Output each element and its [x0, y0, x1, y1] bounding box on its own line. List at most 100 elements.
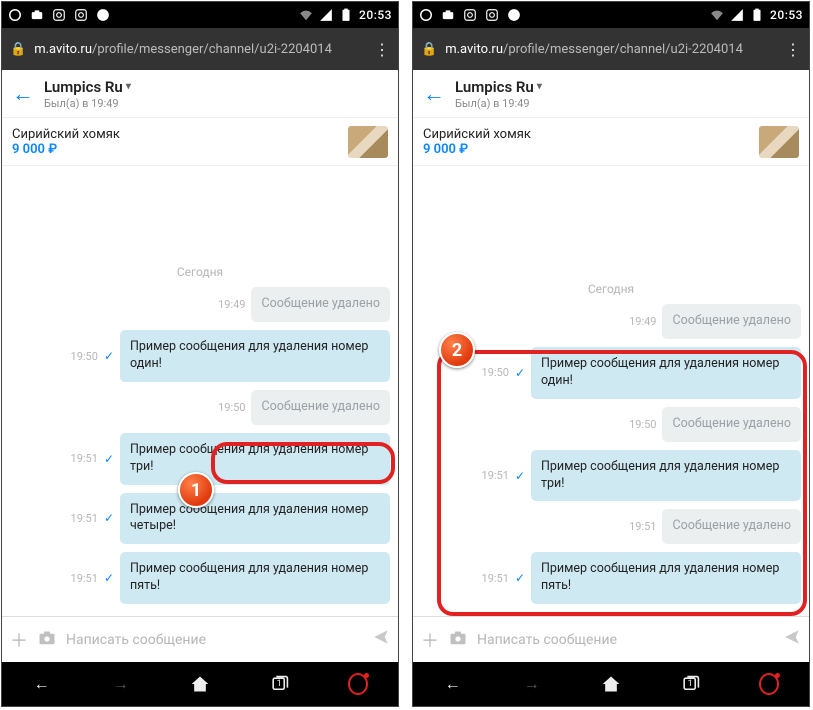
message-deleted[interactable]: Сообщение удалено [662, 304, 801, 339]
status-bar: 20:53 [2, 2, 398, 28]
message-deleted[interactable]: Сообщение удалено [251, 390, 390, 425]
opera-icon [419, 8, 433, 22]
url-text: m.avito.ru/profile/messenger/channel/u2i… [445, 42, 777, 57]
listing-name: Сирийский хомяк [12, 127, 120, 142]
chat-title[interactable]: Lumpics Ru ▾ [455, 78, 542, 96]
lock-icon: 🔒 [10, 42, 26, 57]
chat-title-text: Lumpics Ru [455, 78, 534, 96]
camera-icon[interactable] [449, 629, 467, 650]
chat-header: ← Lumpics Ru ▾ Был(а) в 19:49 [413, 70, 809, 118]
message-bubble[interactable]: Пример сообщения для удаления номер три! [531, 450, 801, 502]
shazam-icon [96, 8, 110, 22]
instagram-icon [463, 8, 477, 22]
message-deleted[interactable]: Сообщение удалено [662, 407, 801, 442]
message-bubble[interactable]: Пример сообщения для удаления номер три! [120, 433, 390, 485]
message-bubble[interactable]: Пример сообщения для удаления номер один… [120, 330, 390, 382]
phone-right: 20:53 🔒 m.avito.ru/profile/messenger/cha… [412, 1, 810, 707]
message-row[interactable]: 19:50 Сообщение удалено [10, 390, 390, 425]
listing-strip[interactable]: Сирийский хомяк 9 000 ₽ [2, 118, 398, 166]
message-deleted[interactable]: Сообщение удалено [662, 509, 801, 544]
url-bar[interactable]: 🔒 m.avito.ru/profile/messenger/channel/u… [413, 28, 809, 70]
message-read-icon: ✓ [104, 452, 114, 466]
message-time: 19:49 [218, 298, 245, 311]
message-row[interactable]: 19:49 Сообщение удалено [10, 287, 390, 322]
listing-strip[interactable]: Сирийский хомяк 9 000 ₽ [413, 118, 809, 166]
day-separator: Сегодня [10, 265, 390, 279]
message-time: 19:51 [71, 452, 98, 465]
nav-back-icon[interactable]: ← [32, 674, 52, 694]
lock-icon: 🔒 [421, 42, 437, 57]
url-path: /profile/messenger/channel/u2i-2204014 [503, 42, 743, 57]
battery-icon [750, 8, 764, 22]
camera-icon [441, 8, 455, 22]
attach-icon[interactable]: ＋ [421, 627, 439, 653]
send-icon[interactable] [783, 628, 801, 651]
message-time: 19:51 [629, 520, 656, 533]
url-path: /profile/messenger/channel/u2i-2204014 [92, 42, 332, 57]
composer-input[interactable]: Написать сообщение [66, 632, 362, 648]
message-read-icon: ✓ [104, 571, 114, 585]
url-bar[interactable]: 🔒 m.avito.ru/profile/messenger/channel/u… [2, 28, 398, 70]
opera-icon [8, 8, 22, 22]
chat-last-seen: Был(а) в 19:49 [44, 97, 131, 110]
camera-icon[interactable] [38, 629, 56, 650]
composer: ＋ Написать сообщение [2, 616, 398, 662]
message-time: 19:51 [482, 572, 509, 585]
chat-title-text: Lumpics Ru [44, 78, 123, 96]
message-read-icon: ✓ [104, 511, 114, 525]
status-time: 20:53 [359, 8, 392, 22]
status-tray-left [419, 8, 710, 22]
status-bar: 20:53 [413, 2, 809, 28]
back-icon[interactable]: ← [423, 81, 445, 107]
composer: ＋ Написать сообщение [413, 616, 809, 662]
back-icon[interactable]: ← [12, 81, 34, 107]
message-bubble[interactable]: Пример сообщения для удаления номер пять… [531, 552, 801, 604]
message-row[interactable]: 19:50✓Пример сообщения для удаления номе… [421, 347, 801, 399]
instagram-icon [74, 8, 88, 22]
instagram-icon [485, 8, 499, 22]
listing-thumbnail [348, 126, 388, 158]
annotation-badge-2: 2 [439, 332, 475, 368]
nav-home-icon[interactable] [601, 674, 621, 694]
message-time: 19:51 [482, 469, 509, 482]
browser-menu-icon[interactable]: ⋮ [374, 40, 390, 59]
signal-icon [730, 8, 744, 22]
message-row[interactable]: 19:49Сообщение удалено [421, 304, 801, 339]
message-row[interactable]: 19:51 ✓ Пример сообщения для удаления номе… [421, 552, 801, 604]
nav-forward-icon[interactable]: → [522, 674, 542, 694]
nav-tabs-icon[interactable]: 1 [680, 674, 700, 694]
message-read-icon: ✓ [515, 469, 525, 483]
url-host: m.avito.ru [445, 42, 503, 57]
message-bubble[interactable]: Пример сообщения для удаления номер пять… [120, 552, 390, 604]
url-host: m.avito.ru [34, 42, 92, 57]
message-time: 19:50 [629, 418, 656, 431]
chat-title[interactable]: Lumpics Ru ▾ [44, 78, 131, 96]
browser-menu-icon[interactable]: ⋮ [785, 40, 801, 59]
message-row[interactable]: 19:51 ✓ Пример сообщения для удаления номе… [421, 450, 801, 502]
nav-back-icon[interactable]: ← [443, 674, 463, 694]
message-row[interactable]: 19:51 Сообщение удалено [421, 509, 801, 544]
composer-input[interactable]: Написать сообщение [477, 632, 773, 648]
message-bubble[interactable]: Пример сообщения для удаления номер один… [531, 347, 801, 399]
messages-area[interactable]: Сегодня 19:49Сообщение удалено19:50✓Прим… [413, 166, 809, 616]
message-time: 19:50 [218, 401, 245, 414]
nav-opera-icon[interactable] [759, 674, 779, 694]
attach-icon[interactable]: ＋ [10, 627, 28, 653]
message-row[interactable]: 19:50✓Пример сообщения для удаления номе… [10, 330, 390, 382]
send-icon[interactable] [372, 628, 390, 651]
phone-left: 20:53 🔒 m.avito.ru/profile/messenger/cha… [1, 1, 399, 707]
listing-thumbnail [759, 126, 799, 158]
messages-area[interactable]: Сегодня 19:49Сообщение удалено19:50✓Прим… [2, 166, 398, 616]
nav-opera-icon[interactable] [348, 674, 368, 694]
status-tray-right: 20:53 [710, 8, 803, 22]
chat-last-seen: Был(а) в 19:49 [455, 97, 542, 110]
message-bubble[interactable]: Пример сообщения для удаления номер четы… [120, 493, 390, 545]
message-row[interactable]: 19:50 Сообщение удалено [421, 407, 801, 442]
nav-forward-icon[interactable]: → [111, 674, 131, 694]
message-read-icon: ✓ [515, 571, 525, 585]
nav-home-icon[interactable] [190, 674, 210, 694]
nav-tabs-icon[interactable]: 1 [269, 674, 289, 694]
message-row[interactable]: 19:51 ✓ Пример сообщения для удаления номе… [10, 552, 390, 604]
message-time: 19:51 [71, 572, 98, 585]
message-deleted[interactable]: Сообщение удалено [251, 287, 390, 322]
